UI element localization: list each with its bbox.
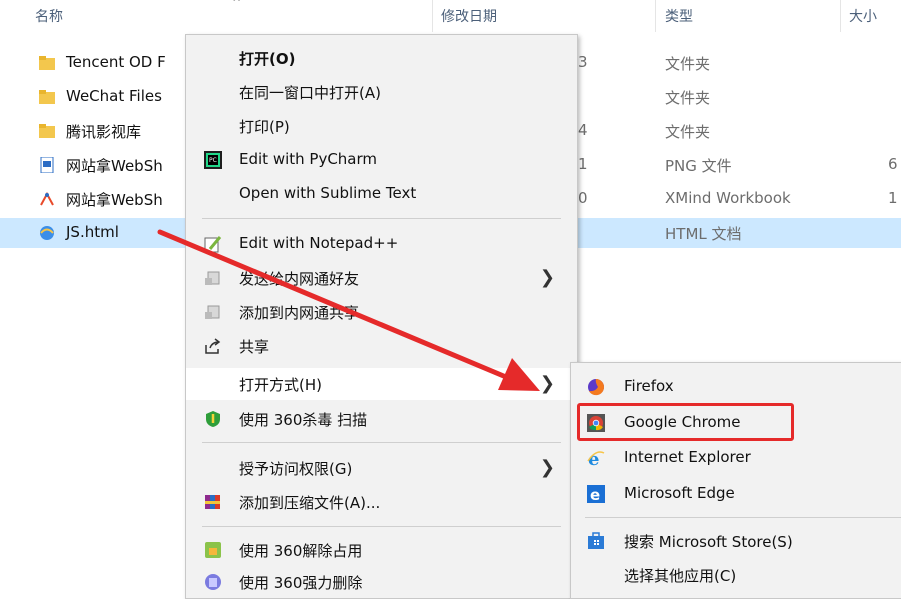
- annotation-arrow: [157, 229, 540, 391]
